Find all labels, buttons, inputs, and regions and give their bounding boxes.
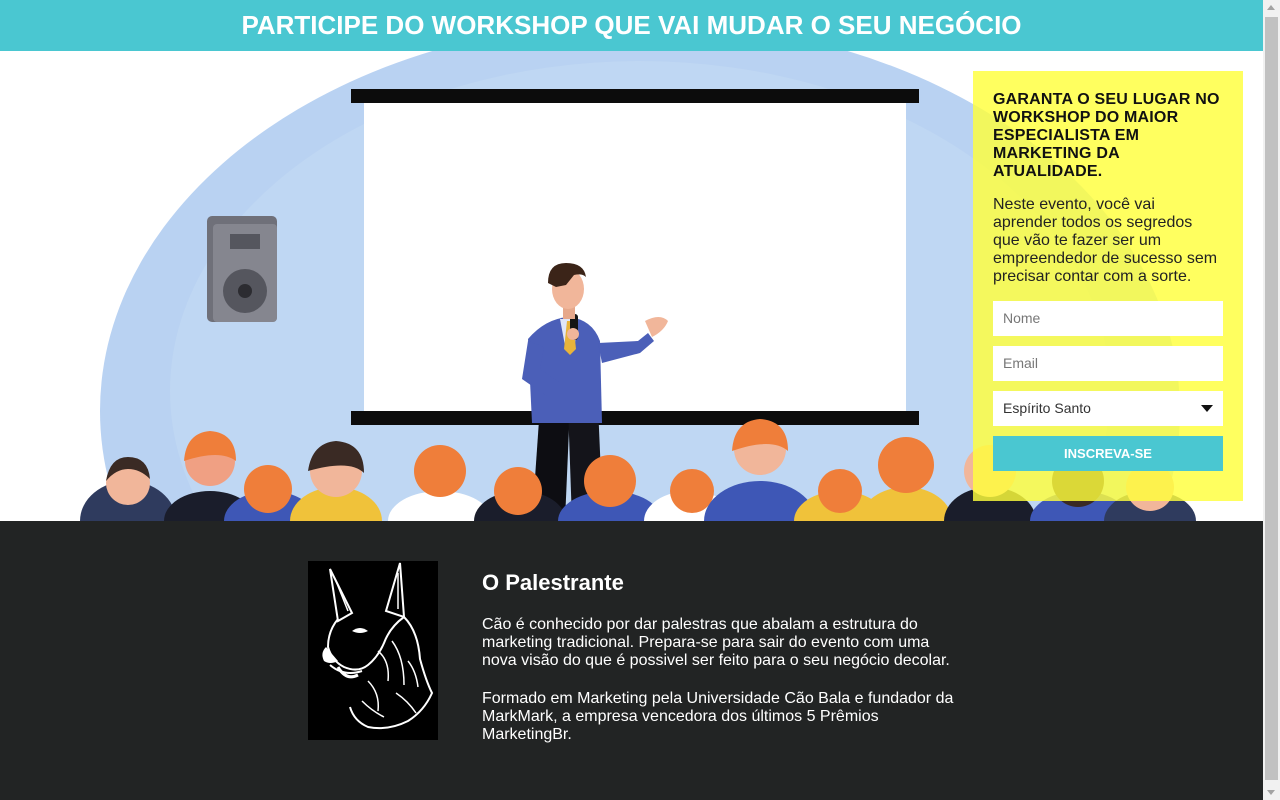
speaker-paragraph-2: Formado em Marketing pela Universidade C… bbox=[482, 690, 954, 743]
form-description: Neste evento, você vai aprender todos os… bbox=[993, 196, 1218, 285]
scroll-down-arrow-icon[interactable] bbox=[1267, 790, 1275, 795]
top-banner: PARTICIPE DO WORKSHOP QUE VAI MUDAR O SE… bbox=[0, 0, 1263, 51]
speaker-paragraph-1: Cão é conhecido por dar palestras que ab… bbox=[482, 616, 950, 669]
speaker-box-icon bbox=[207, 216, 277, 322]
email-input[interactable]: Email bbox=[993, 346, 1223, 381]
email-placeholder: Email bbox=[1003, 355, 1039, 371]
vertical-scrollbar[interactable] bbox=[1263, 0, 1280, 800]
signup-form-card: GARANTA O SEU LUGAR NO WORKSHOP DO MAIOR… bbox=[973, 71, 1243, 501]
subscribe-button[interactable]: INSCREVA-SE bbox=[993, 436, 1223, 471]
speaker-title: O Palestrante bbox=[482, 570, 624, 595]
projector-screen-top-bar bbox=[351, 89, 919, 103]
state-select[interactable]: Espírito Santo bbox=[993, 391, 1223, 426]
name-placeholder: Nome bbox=[1003, 310, 1041, 326]
speaker-bio: O Palestrante Cão é conhecido por dar pa… bbox=[482, 570, 962, 744]
scrollbar-thumb[interactable] bbox=[1265, 17, 1278, 780]
speaker-section: O Palestrante Cão é conhecido por dar pa… bbox=[0, 521, 1263, 800]
dog-portrait-icon bbox=[308, 561, 438, 740]
state-select-value: Espírito Santo bbox=[1003, 400, 1091, 416]
chevron-down-icon bbox=[1201, 405, 1213, 412]
scroll-up-arrow-icon[interactable] bbox=[1267, 5, 1275, 10]
name-input[interactable]: Nome bbox=[993, 301, 1223, 336]
projector-screen-bottom-bar bbox=[351, 411, 919, 425]
form-heading: GARANTA O SEU LUGAR NO WORKSHOP DO MAIOR… bbox=[993, 91, 1220, 180]
landing-page: PARTICIPE DO WORKSHOP QUE VAI MUDAR O SE… bbox=[0, 0, 1263, 800]
page-title: PARTICIPE DO WORKSHOP QUE VAI MUDAR O SE… bbox=[241, 10, 1022, 40]
speaker-photo bbox=[308, 561, 438, 740]
projector-screen bbox=[364, 103, 906, 411]
